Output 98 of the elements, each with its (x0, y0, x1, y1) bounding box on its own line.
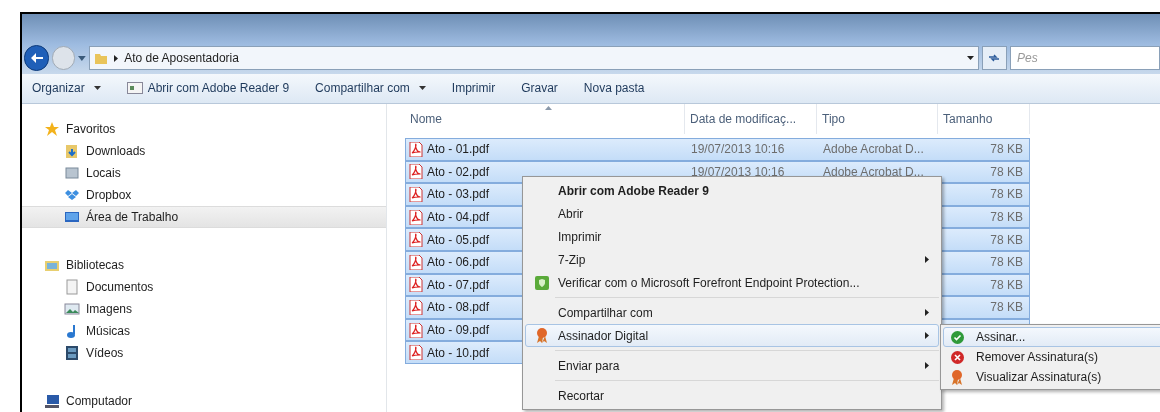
ribbon-icon (951, 369, 963, 385)
toolbar-button[interactable]: Nova pasta (583, 79, 645, 98)
back-button[interactable] (24, 45, 50, 71)
sidebar-group[interactable]: Favoritos (22, 118, 386, 140)
sidebar-item[interactable]: Vídeos (22, 342, 386, 364)
toolbar-button[interactable]: Imprimir (451, 79, 496, 98)
menu-item[interactable]: Assinador Digital (525, 324, 939, 347)
file-row[interactable]: Ato - 01.pdf 19/07/2013 10:16 Adobe Acrobat D... 78 KB (405, 138, 1030, 161)
sidebar-item[interactable]: Documentos (22, 276, 386, 298)
caret-icon (93, 86, 101, 91)
file-name: Ato - 02.pdf (427, 163, 490, 181)
menu-item[interactable]: Remover Assinatura(s) (943, 347, 1160, 367)
pdf-icon (409, 254, 423, 270)
menu-item[interactable]: Assinar... (943, 327, 1160, 347)
column-header[interactable]: Data de modificaç... (685, 104, 817, 134)
file-name: Ato - 01.pdf (427, 141, 490, 159)
menu-item[interactable]: Enviar para (525, 354, 939, 377)
file-name: Ato - 04.pdf (427, 209, 490, 227)
file-size: 78 KB (990, 142, 1023, 157)
pdf-icon (409, 232, 423, 248)
arrow-icon (114, 54, 119, 62)
menu-item[interactable]: Imprimir (525, 225, 939, 248)
toolbar-button[interactable]: Organizar (32, 79, 101, 98)
sidebar-item[interactable]: Locais (22, 162, 386, 184)
file-name: Ato - 06.pdf (427, 254, 490, 272)
file-size: 78 KB (990, 232, 1023, 247)
image-icon (64, 301, 80, 317)
pdf-icon (409, 322, 423, 338)
arrow-icon (925, 309, 929, 316)
remove-icon (950, 350, 964, 364)
sidebar-item[interactable]: Imagens (22, 298, 386, 320)
sidebar-group[interactable]: Bibliotecas (22, 254, 386, 276)
pdf-icon (409, 209, 423, 225)
shield-icon (535, 275, 549, 290)
sidebar-item[interactable]: Área de Trabalho (22, 206, 386, 228)
folder-icon (94, 51, 109, 65)
file-name: Ato - 07.pdf (427, 276, 490, 294)
sidebar-item[interactable]: Dropbox (22, 184, 386, 206)
toolbar-button[interactable]: Abrir com Adobe Reader 9 (126, 79, 290, 98)
ribbon-icon (536, 328, 548, 343)
menu-item[interactable]: Verificar com o Microsoft Forefront Endpoint Protection... (525, 271, 939, 294)
sidebar-group[interactable]: Computador (22, 390, 386, 412)
file-name: Ato - 03.pdf (427, 186, 490, 204)
sidebar-item[interactable]: Músicas (22, 320, 386, 342)
pdf-icon (409, 141, 423, 157)
history-caret-icon (78, 55, 87, 61)
caret-icon (418, 86, 426, 91)
menu-item[interactable]: Abrir (525, 202, 939, 225)
dropdown-caret-icon[interactable] (966, 56, 974, 60)
file-size: 78 KB (990, 277, 1023, 292)
toolbar-button[interactable]: Compartilhar com (315, 79, 426, 98)
file-size: 78 KB (990, 210, 1023, 225)
arrow-icon (925, 362, 929, 369)
menu-item[interactable]: Compartilhar com (525, 301, 939, 324)
pdf-icon (409, 277, 423, 293)
file-name: Ato - 09.pdf (427, 322, 490, 340)
document-icon (64, 279, 80, 295)
box-icon (64, 187, 80, 203)
column-header[interactable]: Nome (405, 104, 685, 134)
pdf-icon (409, 345, 423, 361)
places-icon (64, 165, 80, 181)
file-type: Adobe Acrobat D... (823, 142, 924, 157)
check-icon (950, 330, 964, 344)
pdf-icon (409, 299, 423, 315)
computer-icon (44, 393, 60, 409)
file-size: 78 KB (990, 255, 1023, 270)
address-path: Ato de Aposentadoria (124, 50, 239, 67)
file-date: 19/07/2013 10:16 (691, 164, 785, 179)
search-field[interactable]: Pes (1010, 46, 1160, 70)
file-type: Adobe Acrobat D... (823, 164, 924, 179)
file-date: 19/07/2013 10:16 (691, 142, 785, 157)
back-arrow-icon (30, 53, 43, 63)
file-size: 78 KB (990, 300, 1023, 315)
column-header[interactable]: Tipo (817, 104, 938, 134)
menu-item[interactable]: Visualizar Assinatura(s) (943, 367, 1160, 387)
arrow-icon (925, 332, 929, 339)
toolbar-button[interactable]: Gravar (521, 79, 558, 98)
pdf-icon (409, 164, 423, 180)
menu-item[interactable]: Recortar (525, 384, 939, 407)
file-name: Ato - 05.pdf (427, 231, 490, 249)
film-icon (64, 345, 80, 361)
file-size: 78 KB (990, 164, 1023, 179)
sidebar-item[interactable]: Downloads (22, 140, 386, 162)
file-name: Ato - 08.pdf (427, 299, 490, 317)
refresh-icon (988, 53, 1001, 63)
file-size: 78 KB (990, 187, 1023, 202)
column-header[interactable]: Tamanho (938, 104, 1030, 134)
desktop-icon (64, 209, 80, 225)
refresh-button[interactable] (981, 46, 1007, 70)
file-name: Ato - 10.pdf (427, 344, 490, 362)
address-bar[interactable]: Ato de Aposentadoria (89, 46, 979, 70)
sort-arrow-icon (544, 106, 552, 110)
app-icon (126, 82, 143, 95)
arrow-icon (925, 256, 929, 263)
star-icon (44, 121, 60, 137)
pdf-icon (409, 187, 423, 202)
download-folder-icon (64, 143, 80, 159)
menu-item[interactable]: 7-Zip (525, 248, 939, 271)
